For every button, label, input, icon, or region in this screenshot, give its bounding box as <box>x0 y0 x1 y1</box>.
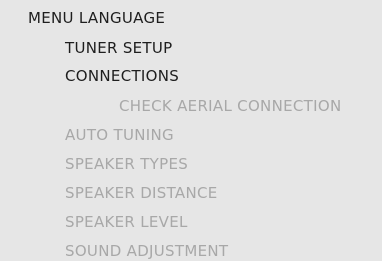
setup-menu: MENU LANGUAGE TUNER SETUP CONNECTIONS CH… <box>0 0 382 261</box>
menu-item-sound-adjustment[interactable]: SOUND ADJUSTMENT <box>65 242 228 260</box>
menu-item-menu-language[interactable]: MENU LANGUAGE <box>28 9 165 27</box>
menu-item-speaker-types[interactable]: SPEAKER TYPES <box>65 155 188 173</box>
menu-item-speaker-distance[interactable]: SPEAKER DISTANCE <box>65 184 218 202</box>
menu-item-auto-tuning[interactable]: AUTO TUNING <box>65 126 174 144</box>
menu-item-speaker-level[interactable]: SPEAKER LEVEL <box>65 213 188 231</box>
menu-item-tuner-setup[interactable]: TUNER SETUP <box>65 39 173 57</box>
menu-item-connections[interactable]: CONNECTIONS <box>65 67 179 85</box>
menu-item-check-aerial-connection[interactable]: CHECK AERIAL CONNECTION <box>119 97 341 115</box>
